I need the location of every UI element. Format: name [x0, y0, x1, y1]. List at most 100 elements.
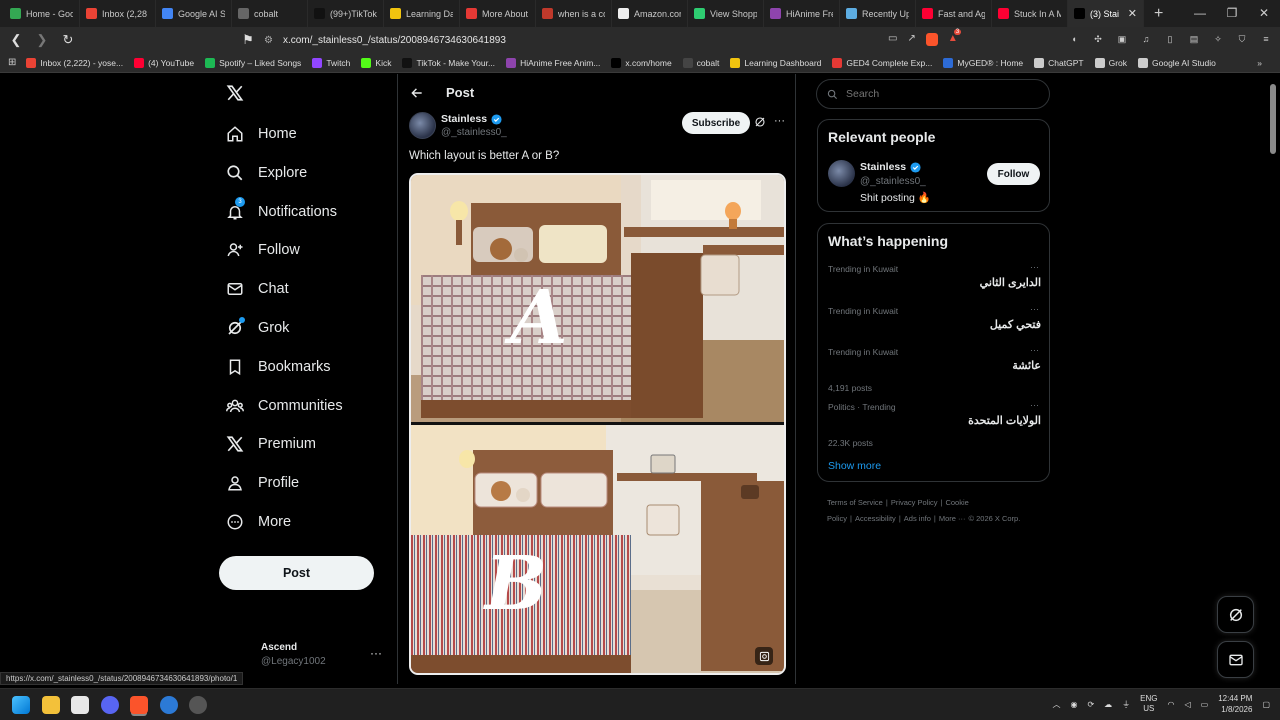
close-tab-icon[interactable]: ✕: [1128, 7, 1137, 20]
tray-cloud-icon[interactable]: ☁: [1104, 700, 1112, 709]
store-icon[interactable]: [71, 696, 89, 714]
tab-active[interactable]: (3) Stai ✕: [1068, 0, 1144, 27]
cast-icon[interactable]: ▭: [888, 33, 897, 46]
search-box[interactable]: [816, 79, 1050, 109]
account-switcher[interactable]: Ascend @Legacy1002: [261, 642, 326, 667]
browser-tab[interactable]: Learning Da: [384, 0, 460, 27]
trend-more-icon[interactable]: ···: [1030, 304, 1039, 314]
bookmark-item[interactable]: Kick: [361, 57, 391, 68]
minimize-button[interactable]: —: [1184, 0, 1216, 27]
bookmark-item[interactable]: HiAnime Free Anim...: [506, 57, 600, 68]
sound-icon[interactable]: ◖: [1066, 31, 1082, 47]
tray-usb-icon[interactable]: ⏚: [1122, 699, 1130, 710]
brave-rewards-icon[interactable]: ▲ 3: [948, 29, 962, 45]
close-window-button[interactable]: ✕: [1248, 0, 1280, 27]
address-bar[interactable]: ⚙ x.com/_stainless0_/status/200894673463…: [256, 30, 980, 50]
bookmark-item[interactable]: Twitch: [312, 57, 350, 68]
discord-icon[interactable]: [101, 696, 119, 714]
bookmark-item[interactable]: Grok: [1094, 57, 1127, 68]
nav-item-premium[interactable]: Premium: [226, 435, 316, 453]
chevron-up-icon[interactable]: ︿: [1052, 699, 1060, 710]
bookmark-item[interactable]: GED4 Complete Exp...: [832, 57, 932, 68]
menu-icon[interactable]: ≡: [1258, 31, 1274, 47]
trend-more-icon[interactable]: ···: [1030, 400, 1039, 410]
nav-item-communities[interactable]: Communities: [226, 397, 343, 415]
trend-more-icon[interactable]: ···: [1030, 345, 1039, 355]
nav-item-home[interactable]: Home: [226, 125, 297, 143]
tray-app-icon[interactable]: ◉: [1070, 700, 1077, 709]
trend-item[interactable]: Trending in Kuwait ··· فتحي كميل: [828, 304, 1041, 331]
nav-item-more[interactable]: More: [226, 513, 291, 531]
browser-tab[interactable]: Stuck In A M: [992, 0, 1068, 27]
vpn-icon[interactable]: ⛉: [1234, 31, 1250, 47]
browser-tab[interactable]: Amazon.con: [612, 0, 688, 27]
footer-link[interactable]: More ···: [939, 514, 966, 523]
footer-link[interactable]: Terms of Service: [827, 498, 883, 507]
forward-button[interactable]: ❯: [32, 30, 52, 50]
bookmark-item[interactable]: Inbox (2,222) - yose...: [26, 57, 123, 68]
footer-link[interactable]: © 2026 X Corp.: [969, 514, 1021, 523]
trend-item[interactable]: Trending in Kuwait ··· الدايرى الثاني: [828, 262, 1041, 289]
nav-item-follow[interactable]: Follow: [226, 241, 300, 259]
tray-sync-icon[interactable]: ⟳: [1087, 700, 1094, 709]
site-settings-icon[interactable]: ⚙: [264, 35, 273, 46]
leo-ai-icon[interactable]: ✧: [1210, 31, 1226, 47]
post-more-icon[interactable]: ···: [774, 115, 785, 127]
browser-tab[interactable]: (99+)TikTok: [308, 0, 384, 27]
bookmarks-overflow-icon[interactable]: »: [1257, 58, 1262, 68]
new-tab-button[interactable]: +: [1154, 5, 1163, 23]
trend-more-icon[interactable]: ···: [1030, 262, 1039, 272]
bookmark-item[interactable]: Spotify – Liked Songs: [205, 57, 301, 68]
nav-item-bookmarks[interactable]: Bookmarks: [226, 358, 331, 376]
browser-tab[interactable]: Inbox (2,28: [80, 0, 156, 27]
bookmark-item[interactable]: MyGED® : Home: [943, 57, 1023, 68]
bedroom-photo-a[interactable]: A: [411, 175, 784, 422]
bookmark-item[interactable]: Google AI Studio: [1138, 57, 1216, 68]
screenshot-icon[interactable]: ▣: [1114, 31, 1130, 47]
brave-browser-icon[interactable]: [130, 696, 148, 714]
relevant-name[interactable]: Stainless: [860, 161, 906, 173]
show-more-link[interactable]: Show more: [828, 460, 881, 472]
grok-fab-button[interactable]: [1217, 596, 1254, 633]
grok-explain-icon[interactable]: [754, 116, 766, 128]
trend-item[interactable]: Politics · Trending ··· الولايات المتحدة 22…: [828, 400, 1041, 448]
page-scrollbar[interactable]: [1270, 84, 1276, 154]
bookmark-item[interactable]: cobalt: [682, 57, 719, 68]
messages-fab-button[interactable]: [1217, 641, 1254, 678]
media-icon[interactable]: ♫: [1138, 31, 1154, 47]
brave-shield-icon[interactable]: [925, 33, 938, 46]
apps-icon[interactable]: ⊞: [8, 57, 16, 68]
follow-button[interactable]: Follow: [987, 163, 1040, 185]
back-button[interactable]: ❮: [6, 30, 26, 50]
search-input[interactable]: [846, 88, 1026, 100]
author-avatar[interactable]: [409, 112, 436, 139]
bookmark-item[interactable]: Learning Dashboard: [730, 57, 821, 68]
start-menu-icon[interactable]: [12, 696, 30, 714]
chrome-canary-icon[interactable]: [160, 696, 178, 714]
bookmark-item[interactable]: ChatGPT: [1034, 57, 1084, 68]
nav-item-explore[interactable]: Explore: [226, 164, 307, 182]
browser-tab[interactable]: More About: [460, 0, 536, 27]
share-icon[interactable]: ↗: [907, 33, 915, 46]
footer-link[interactable]: Accessibility: [855, 514, 896, 523]
nav-item-grok[interactable]: Grok: [226, 317, 289, 337]
x-logo-icon[interactable]: [226, 84, 244, 102]
bookmark-page-icon[interactable]: ⚑: [238, 30, 258, 50]
browser-tab[interactable]: when is a cc: [536, 0, 612, 27]
relevant-avatar[interactable]: [828, 160, 855, 187]
browser-tab[interactable]: Home - Goo: [4, 0, 80, 27]
post-media[interactable]: A B: [409, 173, 786, 675]
post-button[interactable]: Post: [219, 556, 374, 590]
clock[interactable]: 12:44 PM 1/8/2026: [1218, 693, 1252, 715]
bedroom-photo-b[interactable]: B: [411, 425, 784, 673]
extensions-icon[interactable]: ✣: [1090, 31, 1106, 47]
volume-icon[interactable]: ◁: [1184, 700, 1190, 709]
notifications-tray-icon[interactable]: ▢: [1262, 700, 1270, 709]
file-explorer-icon[interactable]: [42, 696, 60, 714]
back-arrow-icon[interactable]: [410, 86, 424, 100]
bookmark-item[interactable]: x.com/home: [611, 57, 672, 68]
footer-link[interactable]: Ads info: [904, 514, 931, 523]
account-more-icon[interactable]: ···: [370, 646, 382, 660]
battery-icon[interactable]: ▭: [1201, 700, 1209, 709]
browser-tab[interactable]: HiAnime Fre: [764, 0, 840, 27]
